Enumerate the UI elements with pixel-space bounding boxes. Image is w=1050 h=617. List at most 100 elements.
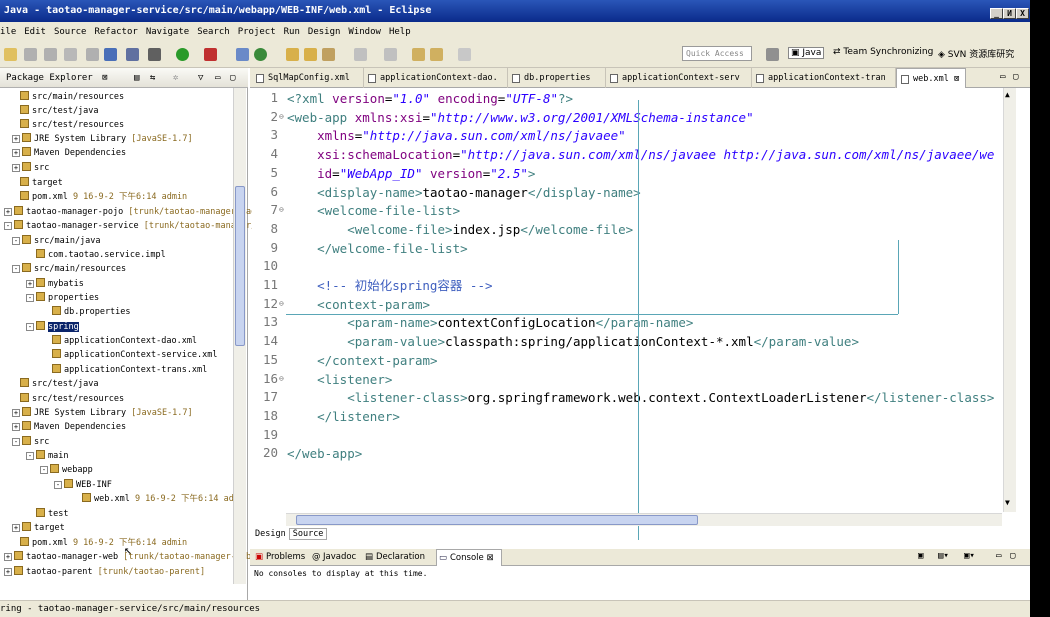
tab-console[interactable]: ▭ Console ⊠ [436,549,502,566]
forward-icon[interactable] [458,48,471,61]
pin-icon[interactable] [126,48,139,61]
new-class-icon[interactable] [254,48,267,61]
perspective-svn[interactable]: ◈ SVN 资源库研究 [938,47,1014,60]
package-explorer-title[interactable]: Package Explorer [0,73,93,83]
expand-toggle-icon[interactable]: + [12,135,20,143]
tab-problems[interactable]: ▣ Problems [253,549,305,566]
menu-source[interactable]: Source [54,27,87,37]
expand-toggle-icon[interactable]: + [26,280,34,288]
tree-item[interactable]: - src [12,435,49,449]
tree-item[interactable]: - src/main/java [12,234,101,248]
editor-vertical-scrollbar[interactable]: ▲ ▼ [1003,88,1016,512]
close-button[interactable]: X [1016,8,1029,19]
expand-toggle-icon[interactable]: + [4,553,12,561]
fold-toggle-icon[interactable]: ⊖ [279,374,284,383]
perspective-java[interactable]: ▣ Java [788,47,825,59]
debug-icon[interactable] [148,48,161,61]
maximize-view-icon[interactable]: ▢ [230,68,235,88]
tree-item[interactable]: test [36,507,68,521]
tab-declaration[interactable]: ▤ Declaration [363,549,425,566]
editor-tab[interactable]: applicationContext-serv [606,68,752,88]
new-icon[interactable] [4,48,17,61]
menu-run[interactable]: Run [284,27,300,37]
tree-item[interactable]: - src/main/resources [12,262,126,276]
terminal-icon[interactable] [104,48,117,61]
expand-toggle-icon[interactable]: - [26,452,34,460]
source-tab[interactable]: Source [288,528,328,540]
package-explorer-scrollbar[interactable] [233,88,246,584]
expand-toggle-icon[interactable]: + [4,568,12,576]
expand-toggle-icon[interactable]: - [26,323,34,331]
save-all-icon[interactable] [44,48,57,61]
tree-item[interactable]: - taotao-manager-service [trunk/taotao-ma… [4,219,261,233]
expand-toggle-icon[interactable]: - [40,466,48,474]
search-icon[interactable] [322,48,335,61]
menu-project[interactable]: Project [238,27,276,37]
scroll-thumb[interactable] [235,186,245,346]
last-edit-icon[interactable] [412,48,425,61]
focus-icon[interactable]: ✲ [173,68,178,88]
tree-item[interactable]: src/test/java [20,377,99,391]
open-console-icon[interactable]: ▣▾ [964,551,975,561]
tree-item[interactable]: - properties [26,291,99,305]
tree-item[interactable]: applicationContext-trans.xml [52,363,207,377]
tree-item[interactable]: src/test/resources [20,118,124,132]
collapse-all-icon[interactable]: ▤ [134,68,139,88]
menu-navigate[interactable]: Navigate [146,27,189,37]
design-tab[interactable]: Design [252,529,289,539]
quick-access-input[interactable]: Quick Access [682,46,752,61]
tree-item[interactable]: - main [26,449,68,463]
tree-item[interactable]: src/test/java [20,104,99,118]
expand-toggle-icon[interactable]: + [12,164,20,172]
editor-maximize-icon[interactable]: ▢ [1013,72,1018,82]
restore-button[interactable]: И [1003,8,1016,19]
editor-tab[interactable]: applicationContext-dao. [364,68,508,88]
editor-tab[interactable]: applicationContext-tran [752,68,896,88]
menu-ile[interactable]: ile [0,27,16,37]
fold-toggle-icon[interactable]: ⊖ [279,299,284,308]
editor-tab[interactable]: db.properties [508,68,606,88]
tree-item[interactable]: + JRE System Library [JavaSE-1.7] [12,406,193,420]
menu-refactor[interactable]: Refactor [94,27,137,37]
minimize-view-icon[interactable]: ▭ [215,68,220,88]
scroll-down-icon[interactable]: ▼ [1005,498,1010,507]
editor-tab[interactable]: SqlMapConfig.xml [252,68,364,88]
tree-item[interactable]: target [20,176,63,190]
tree-item[interactable]: + taotao-manager-pojo [trunk/taotao-manag… [4,205,261,219]
view-menu-icon[interactable]: ▽ [198,68,203,88]
expand-toggle-icon[interactable]: + [12,423,20,431]
expand-toggle-icon[interactable]: - [4,222,12,230]
tree-item[interactable]: + target [12,521,65,535]
tree-item[interactable]: - spring [26,320,79,334]
menu-search[interactable]: Search [197,27,230,37]
previous-annotation-icon[interactable] [384,48,397,61]
tree-item[interactable]: web.xml 9 16-9-2 下午6:14 ad [82,492,234,506]
tree-item[interactable]: com.taotao.service.impl [36,248,166,262]
open-type-icon[interactable] [286,48,299,61]
expand-toggle-icon[interactable]: - [26,294,34,302]
menu-edit[interactable]: Edit [24,27,46,37]
build-icon[interactable] [86,48,99,61]
menu-window[interactable]: Window [348,27,381,37]
tree-item[interactable]: + mybatis [26,277,84,291]
tree-item[interactable]: src/test/resources [20,392,124,406]
open-resource-icon[interactable] [304,48,317,61]
print-icon[interactable] [64,48,77,61]
editor-minimize-icon[interactable]: ▭ [1000,72,1005,82]
tree-item[interactable]: + JRE System Library [JavaSE-1.7] [12,132,193,146]
expand-toggle-icon[interactable]: + [12,524,20,532]
console-minimize-icon[interactable]: ▭ [996,551,1001,561]
close-view-icon[interactable]: ⊠ [102,73,107,83]
expand-toggle-icon[interactable]: + [12,149,20,157]
back-icon[interactable] [430,48,443,61]
menu-help[interactable]: Help [389,27,411,37]
link-editor-icon[interactable]: ⇆ [150,68,155,88]
expand-toggle-icon[interactable]: - [12,237,20,245]
external-tools-icon[interactable] [204,48,217,61]
expand-toggle-icon[interactable]: + [4,208,12,216]
menu-design[interactable]: Design [308,27,341,37]
tree-item[interactable]: + Maven Dependencies [12,420,126,434]
scroll-thumb[interactable] [296,515,698,525]
editor-tab[interactable]: web.xml ⊠ [896,68,966,88]
new-java-project-icon[interactable] [236,48,249,61]
